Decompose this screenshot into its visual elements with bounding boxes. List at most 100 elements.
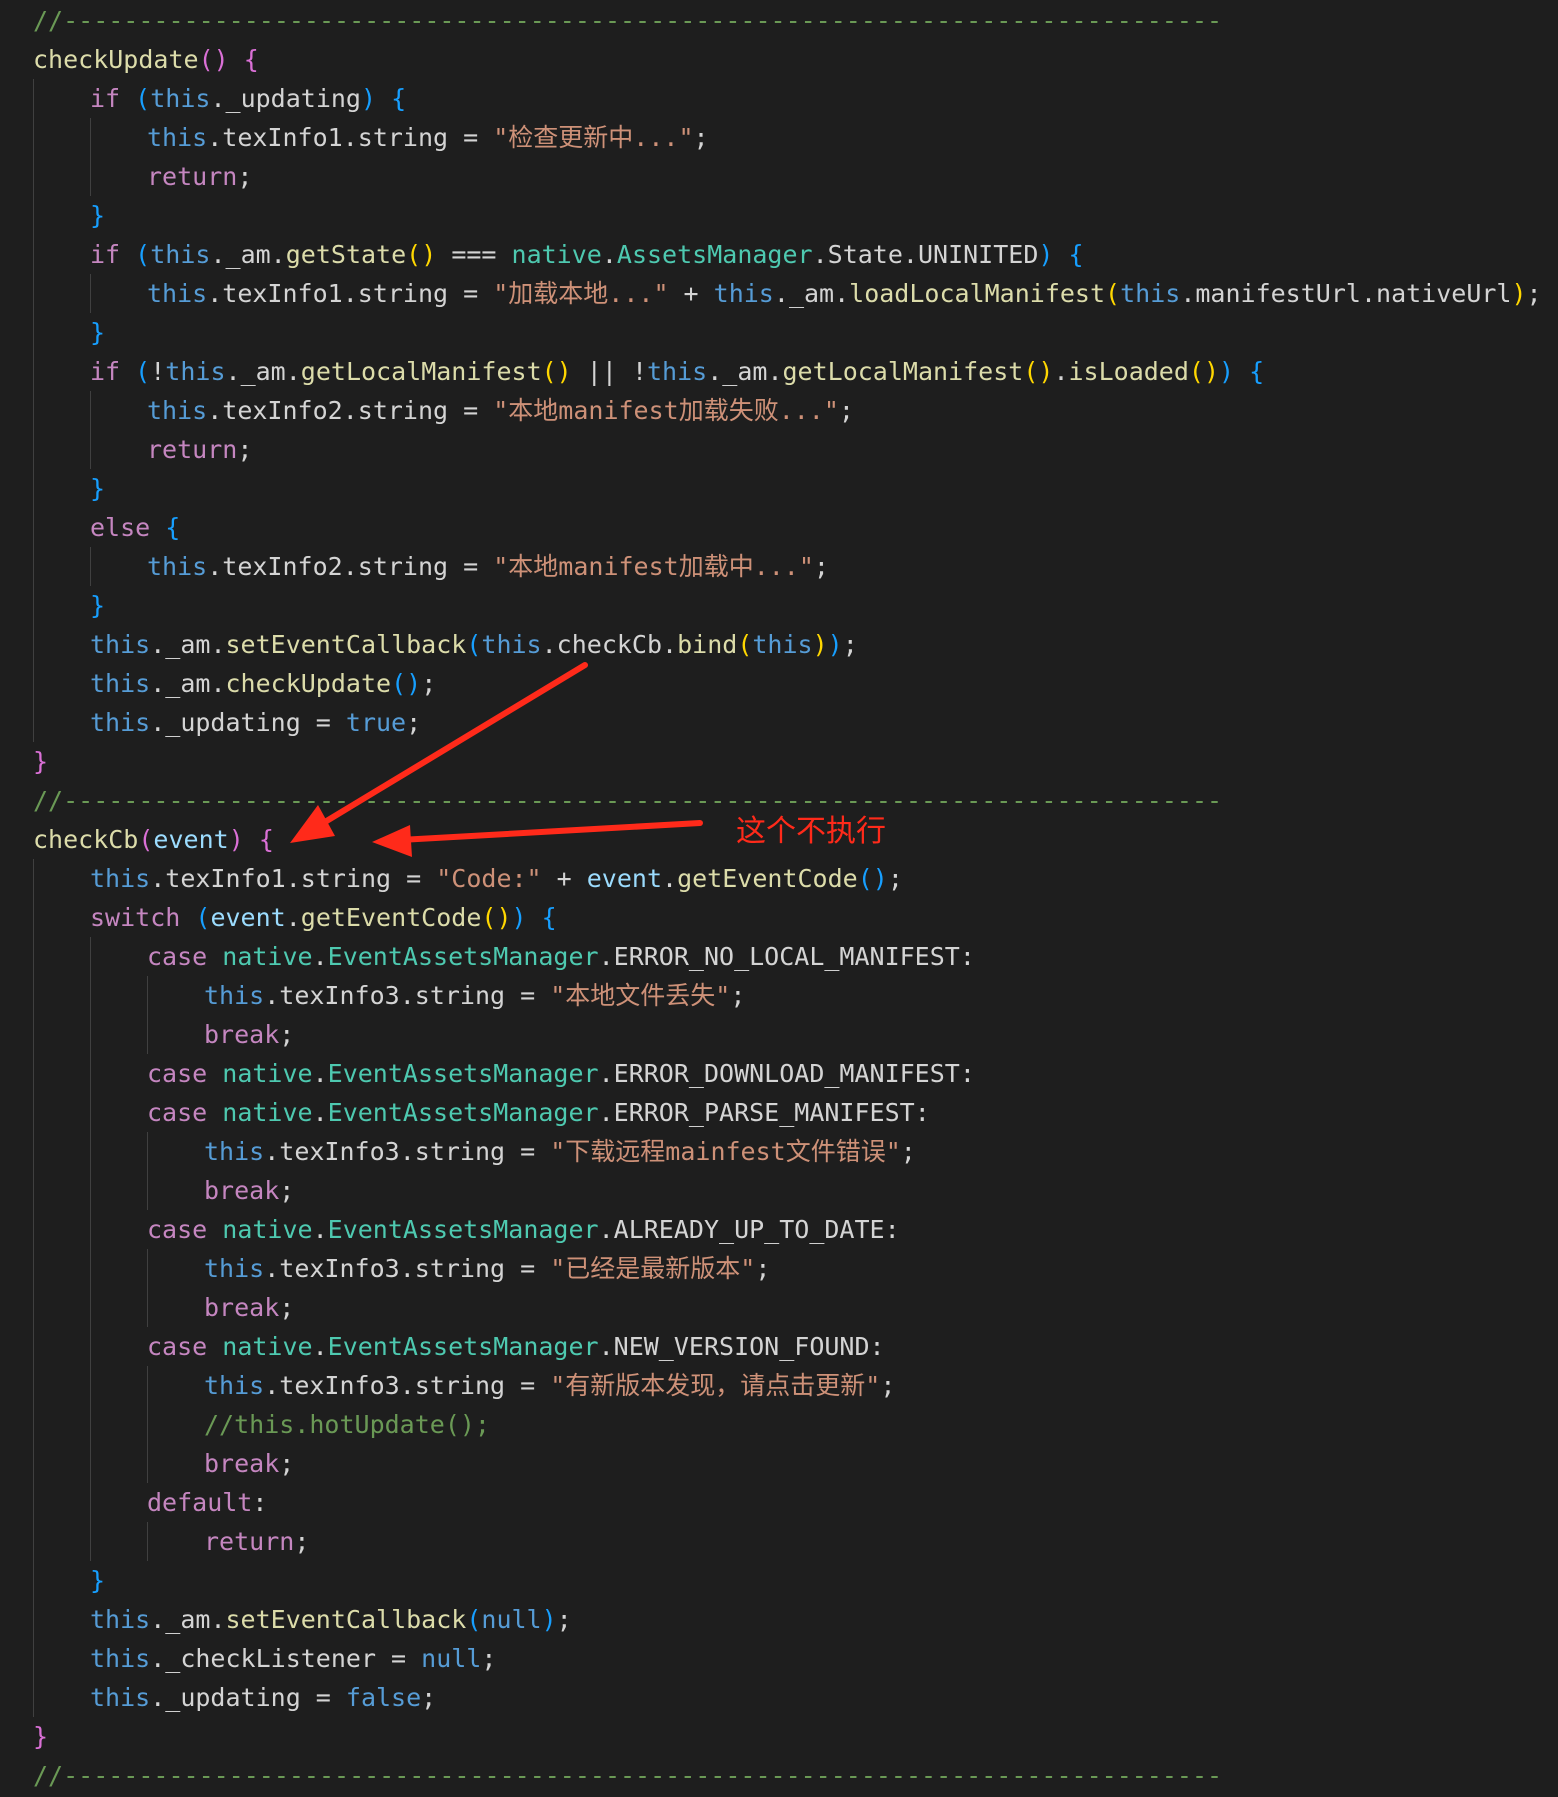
code-token: . xyxy=(598,1215,614,1244)
indent-guide xyxy=(33,625,34,664)
indent-guide xyxy=(90,274,91,313)
code-line[interactable]: if (this._am.getState() === native.Asset… xyxy=(0,235,1558,274)
code-line[interactable]: this._am.setEventCallback(this.checkCb.b… xyxy=(0,625,1558,664)
code-line[interactable]: } xyxy=(0,742,1558,781)
indent-guide xyxy=(33,898,34,937)
code-token: if xyxy=(90,357,121,386)
code-line[interactable]: } xyxy=(0,196,1558,235)
code-token: this xyxy=(90,864,151,893)
code-line[interactable]: this._updating = false; xyxy=(0,1678,1558,1717)
code-line[interactable]: break; xyxy=(0,1444,1558,1483)
code-text: case native.EventAssetsManager.ERROR_NO_… xyxy=(147,937,975,976)
code-line[interactable]: this.texInfo3.string = "有新版本发现，请点击更新"; xyxy=(0,1366,1558,1405)
indent-guide xyxy=(33,1327,34,1366)
indent-guide xyxy=(33,1483,34,1522)
code-line[interactable]: this.texInfo2.string = "本地manifest加载失败..… xyxy=(0,391,1558,430)
code-line[interactable]: switch (event.getEventCode()) { xyxy=(0,898,1558,937)
code-line[interactable]: break; xyxy=(0,1288,1558,1327)
code-token: this xyxy=(147,279,208,308)
code-token: . xyxy=(767,357,783,386)
code-line[interactable]: return; xyxy=(0,157,1558,196)
code-line[interactable]: this._am.setEventCallback(null); xyxy=(0,1600,1558,1639)
code-line[interactable]: //--------------------------------------… xyxy=(0,1756,1558,1795)
code-line[interactable]: } xyxy=(0,469,1558,508)
code-line[interactable]: case native.EventAssetsManager.ERROR_PAR… xyxy=(0,1093,1558,1132)
code-token: . xyxy=(399,1254,415,1283)
code-line[interactable]: } xyxy=(0,313,1558,352)
indent-guide xyxy=(90,976,91,1015)
code-line[interactable]: this.texInfo3.string = "下载远程mainfest文件错误… xyxy=(0,1132,1558,1171)
code-line[interactable]: //this.hotUpdate(); xyxy=(0,1405,1558,1444)
code-line[interactable]: } xyxy=(0,1561,1558,1600)
code-line[interactable]: } xyxy=(0,1717,1558,1756)
code-editor[interactable]: //--------------------------------------… xyxy=(0,0,1558,1797)
code-token: . xyxy=(150,1644,166,1673)
code-line[interactable]: this._checkListener = null; xyxy=(0,1639,1558,1678)
code-token: = xyxy=(505,1137,551,1166)
indent-guide xyxy=(33,118,34,157)
indent-guide xyxy=(33,1249,34,1288)
indent-guide xyxy=(90,1054,91,1093)
code-line[interactable]: case native.EventAssetsManager.ALREADY_U… xyxy=(0,1210,1558,1249)
code-line[interactable]: case native.EventAssetsManager.ERROR_DOW… xyxy=(0,1054,1558,1093)
code-token: null xyxy=(421,1644,482,1673)
code-token: "本地manifest加载失败..." xyxy=(493,396,839,425)
code-line[interactable]: return; xyxy=(0,430,1558,469)
indent-guide xyxy=(90,1366,91,1405)
code-token: + xyxy=(541,864,587,893)
code-line[interactable]: this.texInfo3.string = "已经是最新版本"; xyxy=(0,1249,1558,1288)
code-line[interactable]: if (this._updating) { xyxy=(0,79,1558,118)
code-token: ( xyxy=(135,84,151,113)
code-token: "本地文件丢失" xyxy=(550,981,731,1010)
code-line[interactable]: if (!this._am.getLocalManifest() || !thi… xyxy=(0,352,1558,391)
code-token: . xyxy=(210,669,226,698)
code-token: . xyxy=(707,357,723,386)
code-line[interactable]: this.texInfo1.string = "检查更新中..."; xyxy=(0,118,1558,157)
code-line[interactable]: case native.EventAssetsManager.NEW_VERSI… xyxy=(0,1327,1558,1366)
code-line[interactable]: this.texInfo1.string = "加载本地..." + this.… xyxy=(0,274,1558,313)
code-line[interactable]: else { xyxy=(0,508,1558,547)
indent-guide xyxy=(147,1405,148,1444)
code-line[interactable]: checkUpdate() { xyxy=(0,40,1558,79)
indent-guide xyxy=(33,1093,34,1132)
code-line[interactable]: this.texInfo3.string = "本地文件丢失"; xyxy=(0,976,1558,1015)
code-text: else { xyxy=(90,508,180,547)
code-line[interactable]: break; xyxy=(0,1171,1558,1210)
code-line[interactable]: default: xyxy=(0,1483,1558,1522)
annotation-label: 这个不执行 xyxy=(736,814,886,849)
code-line[interactable]: //--------------------------------------… xyxy=(0,1,1558,40)
indent-guide xyxy=(33,1405,34,1444)
code-token: . xyxy=(150,1605,166,1634)
indent-guide xyxy=(90,430,91,469)
code-token: ; xyxy=(755,1254,771,1283)
code-line[interactable]: break; xyxy=(0,1015,1558,1054)
code-token: = xyxy=(448,552,494,581)
indent-guide xyxy=(33,274,34,313)
code-token: ; xyxy=(730,981,746,1010)
code-token: . xyxy=(285,903,301,932)
code-token: string xyxy=(300,864,392,893)
code-token: ) xyxy=(511,903,527,932)
code-line[interactable]: this._am.checkUpdate(); xyxy=(0,664,1558,703)
code-token: ; xyxy=(1526,279,1542,308)
code-line[interactable]: this.texInfo1.string = "Code:" + event.g… xyxy=(0,859,1558,898)
code-token: { xyxy=(1249,357,1265,386)
code-token: . xyxy=(270,240,286,269)
indent-guide xyxy=(90,1444,91,1483)
code-line[interactable]: } xyxy=(0,586,1558,625)
code-token: setEventCallback xyxy=(225,630,467,659)
code-token: ; xyxy=(406,708,422,737)
code-token: . xyxy=(598,1098,614,1127)
code-token: if xyxy=(90,84,121,113)
code-line[interactable]: return; xyxy=(0,1522,1558,1561)
code-line[interactable]: this.texInfo2.string = "本地manifest加载中...… xyxy=(0,547,1558,586)
code-token: string xyxy=(414,1137,506,1166)
code-token: ; xyxy=(279,1449,295,1478)
code-text: //--------------------------------------… xyxy=(33,781,1222,820)
code-line[interactable]: this._updating = true; xyxy=(0,703,1558,742)
code-token: . xyxy=(207,279,223,308)
code-line[interactable]: case native.EventAssetsManager.ERROR_NO_… xyxy=(0,937,1558,976)
code-token: setEventCallback xyxy=(225,1605,467,1634)
